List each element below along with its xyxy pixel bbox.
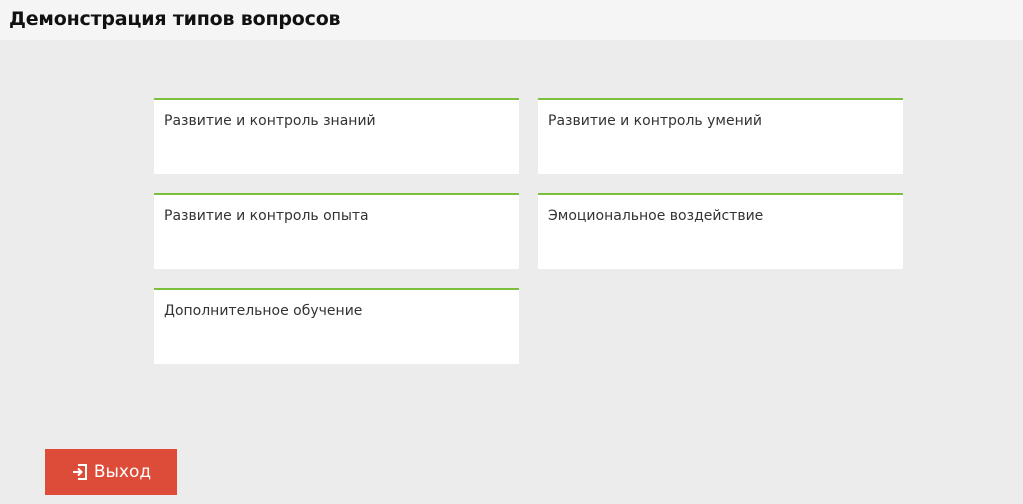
exit-button[interactable]: Выход [45,449,177,495]
tile-experience[interactable]: Развитие и контроль опыта [154,193,519,269]
tile-emotional[interactable]: Эмоциональное воздействие [538,193,903,269]
tile-label: Развитие и контроль опыта [164,208,369,224]
page-title: Демонстрация типов вопросов [9,8,341,30]
tile-label: Развитие и контроль знаний [164,113,376,129]
tile-label: Эмоциональное воздействие [548,208,764,224]
tile-label: Дополнительное обучение [164,303,363,319]
tile-label: Развитие и контроль умений [548,113,762,129]
tile-knowledge[interactable]: Развитие и контроль знаний [154,98,519,174]
page-header: Демонстрация типов вопросов [0,0,1023,40]
tile-additional[interactable]: Дополнительное обучение [154,288,519,364]
exit-button-label: Выход [93,462,152,482]
tile-skills[interactable]: Развитие и контроль умений [538,98,903,174]
sign-out-icon [71,463,89,481]
